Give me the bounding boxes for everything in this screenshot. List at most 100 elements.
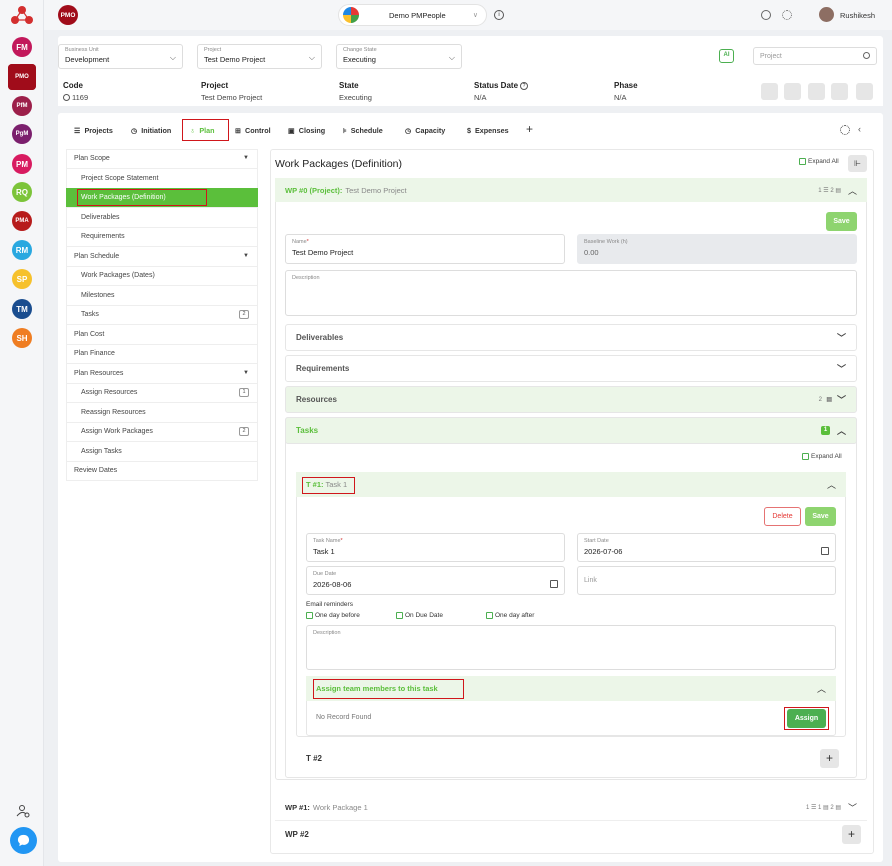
nav-plan-cost[interactable]: Plan Cost (66, 325, 258, 345)
rail-item-rq[interactable]: RQ (12, 182, 32, 202)
chart-icon[interactable] (831, 83, 848, 100)
nav-reassign-resources[interactable]: Reassign Resources (66, 403, 258, 423)
nav-plan-finance[interactable]: Plan Finance (66, 344, 258, 364)
project-search-input[interactable]: Project (753, 47, 877, 65)
task-description-field[interactable]: Description (306, 625, 836, 670)
rail-item-pfm[interactable]: PfM (12, 96, 32, 116)
assign-button[interactable]: Assign (787, 709, 826, 728)
due-date-field[interactable]: Due Date 2026-08-06 (306, 566, 565, 595)
chevron-up-icon[interactable]: ︿ (817, 682, 826, 695)
add-task-button[interactable]: + (820, 749, 839, 768)
tab-plan[interactable]: ♁ Plan (190, 126, 215, 135)
rail-item-tm[interactable]: TM (12, 299, 32, 319)
rail-item-pgm[interactable]: PgM (12, 124, 32, 144)
avatar[interactable] (819, 7, 834, 22)
tab-capacity[interactable]: ◷ Capacity (405, 126, 445, 135)
task1-delete-button[interactable]: Delete (764, 507, 801, 526)
nav-assign-work-packages[interactable]: Assign Work Packages 2 (66, 422, 258, 442)
nav-plan-resources[interactable]: Plan Resources ▼ (66, 364, 258, 384)
requirements-section[interactable]: Requirements ﹀ (285, 355, 857, 382)
calendar-icon[interactable] (821, 547, 829, 555)
tab-expenses[interactable]: $ Expenses (467, 126, 509, 135)
tasks-header[interactable]: Tasks 1 ︿ (285, 417, 857, 444)
task1-header[interactable]: T #1: Task 1 ︿ (296, 472, 846, 497)
deliverables-section[interactable]: Deliverables ﹀ (285, 324, 857, 351)
reminder-one-day-before[interactable]: One day before (306, 612, 360, 619)
wp0-save-button[interactable]: Save (826, 212, 857, 231)
rail-item-sp[interactable]: SP (12, 269, 32, 289)
chevron-left-icon[interactable]: ‹ (858, 124, 861, 134)
nav-requirements[interactable]: Requirements (66, 227, 258, 247)
nav-plan-schedule[interactable]: Plan Schedule ▼ (66, 247, 258, 267)
nav-plan-scope[interactable]: Plan Scope ▼ (66, 149, 258, 169)
rail-item-pm[interactable]: PM (12, 154, 32, 174)
rail-item-sh[interactable]: SH (12, 328, 32, 348)
nav-assign-resources[interactable]: Assign Resources 1 (66, 383, 258, 403)
nav-milestones[interactable]: Milestones (66, 286, 258, 306)
tab-control[interactable]: ⊞ Control (235, 126, 271, 135)
nav-review-dates[interactable]: Review Dates (66, 461, 258, 481)
chevron-up-icon[interactable]: ︿ (827, 478, 836, 491)
task-expand-all-checkbox[interactable]: Expand All (802, 453, 842, 460)
change-state-select[interactable]: Change State Executing ⌵ (336, 44, 462, 69)
user-name[interactable]: Rushikesh (840, 11, 875, 20)
chevron-down-icon: ⌵ (448, 53, 455, 62)
nav-work-packages-dates[interactable]: Work Packages (Dates) (66, 266, 258, 286)
rail-item-rm[interactable]: RM (12, 240, 32, 260)
task1-save-button[interactable]: Save (805, 507, 836, 526)
business-unit-select[interactable]: Business Unit Development ⌵ (58, 44, 183, 69)
link-field[interactable]: Link (577, 566, 836, 595)
ai-icon[interactable]: AI (719, 49, 734, 63)
tab-projects[interactable]: ☰ Projects (74, 126, 113, 135)
wp0-description-field[interactable]: Description (285, 270, 857, 316)
app-badge[interactable]: PMO (58, 5, 78, 25)
task2-title[interactable]: T #2 (306, 754, 322, 763)
gear-icon[interactable] (782, 10, 792, 20)
tree-icon[interactable]: ⊩ (848, 155, 867, 172)
tab-closing[interactable]: ▣ Closing (288, 126, 325, 135)
tab-initiation[interactable]: ◷ Initiation (131, 126, 171, 135)
expand-all-checkbox[interactable]: Expand All (799, 158, 839, 165)
wp2-title[interactable]: WP #2 (285, 830, 309, 839)
chat-icon[interactable] (10, 827, 37, 854)
assign-header[interactable]: Assign team members to this task ︿ (306, 676, 836, 701)
app-logo-icon[interactable] (10, 5, 34, 25)
reminder-on-due-date[interactable]: On Due Date (396, 612, 443, 619)
add-work-package-button[interactable]: + (842, 825, 861, 844)
tab-schedule[interactable]: ⊧ Schedule (343, 126, 383, 135)
reminder-one-day-after[interactable]: One day after (486, 612, 534, 619)
wp0-header[interactable]: WP #0 (Project): Test Demo Project 1 ☰ 2… (275, 178, 867, 202)
briefcase-icon[interactable] (856, 83, 873, 100)
chevron-up-icon[interactable]: ︿ (848, 184, 857, 197)
rail-item-pmo[interactable]: PMO (8, 64, 36, 90)
list-icon[interactable] (808, 83, 825, 100)
chevron-down-icon[interactable]: ﹀ (848, 801, 857, 814)
wp1-row[interactable]: WP #1: Work Package 1 1 ☰ 1 ▤ 2 ▤ ﹀ (275, 797, 867, 817)
gear-icon[interactable] (840, 125, 850, 135)
add-tab-icon[interactable]: + (526, 122, 533, 136)
project-select[interactable]: Project Test Demo Project ⌵ (197, 44, 322, 69)
nav-assign-tasks[interactable]: Assign Tasks (66, 442, 258, 462)
help-icon[interactable]: ? (520, 81, 529, 90)
start-date-field[interactable]: Start Date 2026-07-06 (577, 533, 836, 562)
nav-work-packages-definition[interactable]: Work Packages (Definition) (66, 188, 258, 208)
nav-deliverables[interactable]: Deliverables (66, 208, 258, 228)
nav-tasks[interactable]: Tasks 2 (66, 305, 258, 325)
calendar-icon[interactable] (550, 580, 558, 588)
rail-item-pma[interactable]: PMA (12, 211, 32, 231)
task-name-value: Task 1 (313, 547, 335, 556)
nav-project-scope-statement[interactable]: Project Scope Statement (66, 169, 258, 189)
rail-item-fm[interactable]: FM (12, 37, 32, 57)
tab-control-label: Control (245, 126, 271, 135)
resources-section[interactable]: Resources 2 ▤ ﹀ (285, 386, 857, 413)
wp0-name-field[interactable]: Name* Test Demo Project (285, 234, 565, 264)
globe-icon[interactable] (761, 10, 771, 20)
nav-work-packages-definition-label: Work Packages (Definition) (81, 193, 166, 201)
task-name-field[interactable]: Task Name* Task 1 (306, 533, 565, 562)
comment-icon[interactable] (761, 83, 778, 100)
checkbox-icon (396, 612, 403, 619)
user-settings-icon[interactable] (16, 804, 30, 818)
info-icon[interactable]: i (494, 10, 504, 20)
organization-select[interactable]: Demo PMPeople ∨ (338, 4, 487, 26)
folder-icon[interactable] (784, 83, 801, 100)
